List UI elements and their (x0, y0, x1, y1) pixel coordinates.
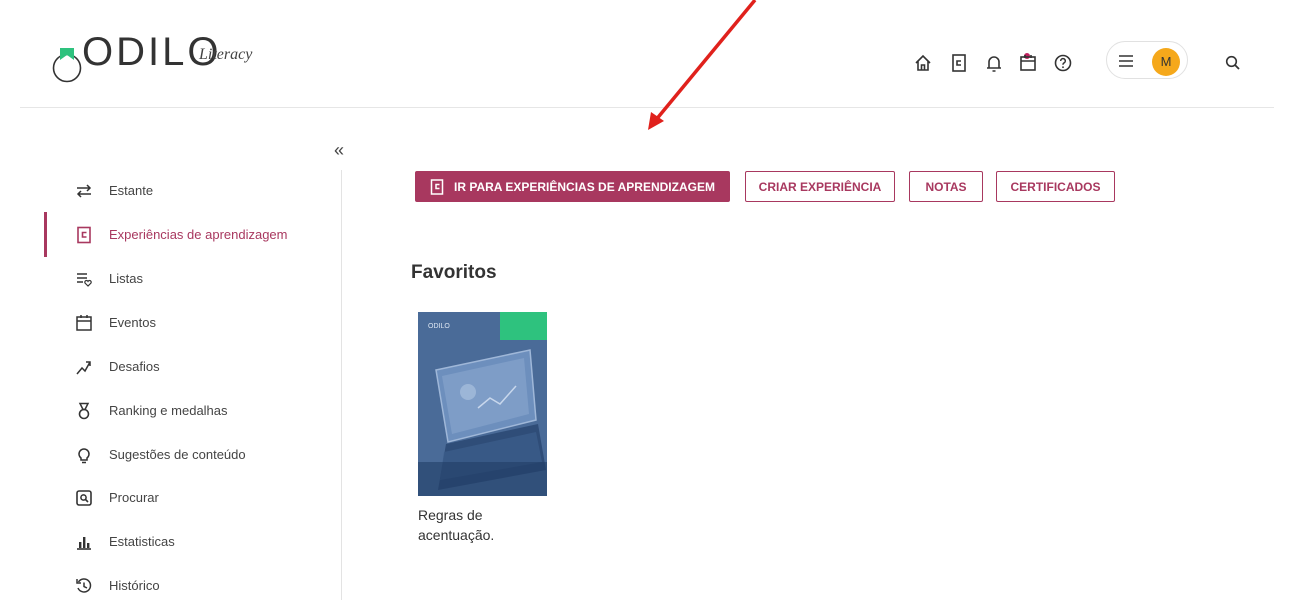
annotation-arrow (648, 0, 757, 130)
